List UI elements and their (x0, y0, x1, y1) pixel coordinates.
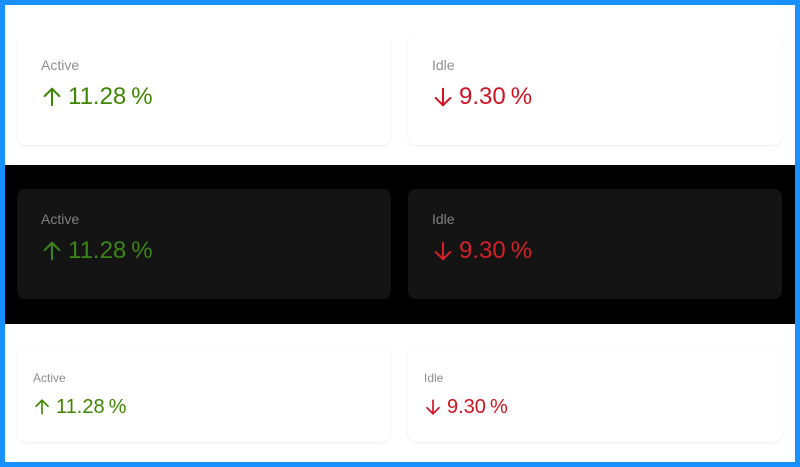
statistic-number: 9.30 (459, 237, 506, 264)
arrow-up-icon (43, 241, 61, 261)
statistic-title: Idle (432, 211, 455, 227)
statistic-suffix: % (510, 83, 533, 110)
statistic-value: 11.28 % (41, 83, 153, 111)
statistic-title: Idle (424, 371, 444, 385)
statistic-suffix: % (489, 396, 508, 418)
statistic-value: 11.28 % (41, 237, 153, 265)
statistic-number: 11.28 (68, 237, 127, 264)
statistic-value: 9.30 % (432, 237, 532, 265)
arrow-up-icon (35, 399, 49, 415)
statistic-card-idle: Idle 9.30 % (408, 35, 782, 145)
dark-theme-section: Active 11.28 % Idle 9.30 % (5, 165, 795, 324)
arrow-up-icon (43, 87, 61, 107)
statistic-number: 11.28 (56, 396, 105, 418)
statistic-title: Idle (432, 57, 455, 73)
statistic-title: Active (41, 57, 80, 73)
statistic-suffix: % (510, 237, 533, 264)
statistic-title: Active (41, 211, 80, 227)
statistic-value: 9.30 % (424, 395, 508, 419)
arrow-down-icon (434, 241, 452, 261)
statistic-title: Active (33, 371, 66, 385)
small-size-section: Active 11.28 % Idle 9.30 % (5, 324, 795, 462)
statistic-card-active: Active 11.28 % (17, 345, 391, 442)
light-theme-section: Active 11.28 % Idle 9.30 % (5, 5, 795, 165)
statistic-number: 9.30 (459, 83, 506, 110)
statistic-number: 9.30 (447, 396, 486, 418)
statistic-number: 11.28 (68, 83, 127, 110)
statistic-suffix: % (108, 396, 127, 418)
statistic-value: 9.30 % (432, 83, 532, 111)
statistic-value: 11.28 % (33, 395, 126, 419)
statistic-card-active: Active 11.28 % (17, 189, 391, 299)
arrow-down-icon (426, 399, 440, 415)
statistic-card-idle: Idle 9.30 % (408, 345, 782, 442)
statistic-suffix: % (131, 83, 153, 110)
statistic-card-active: Active 11.28 % (17, 35, 391, 145)
preview-frame: Active 11.28 % Idle 9.30 % Active 11.28 … (0, 0, 800, 467)
statistic-suffix: % (131, 237, 153, 264)
arrow-down-icon (434, 87, 452, 107)
statistic-card-idle: Idle 9.30 % (408, 189, 782, 299)
